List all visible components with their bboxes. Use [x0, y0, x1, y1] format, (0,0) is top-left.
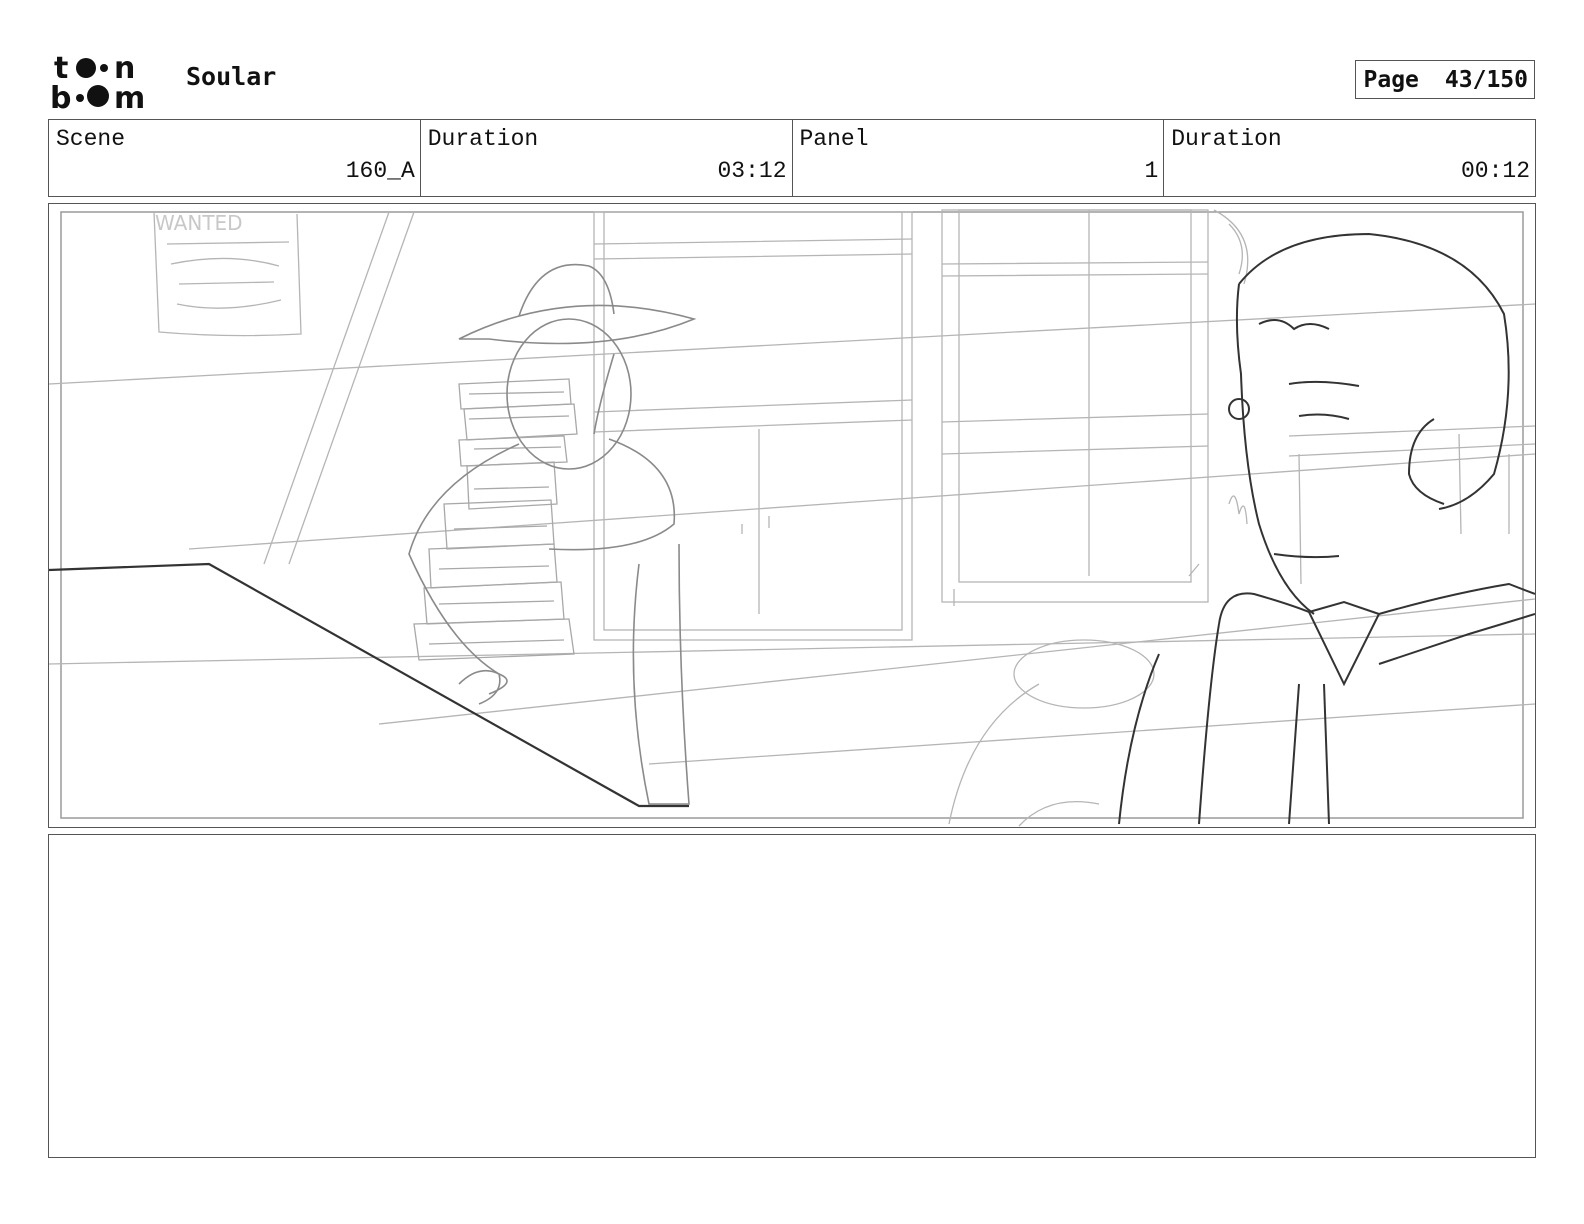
scene-duration-label: Duration — [427, 126, 539, 152]
panel-duration-label: Duration — [1171, 126, 1282, 152]
panel-cell: Panel 1 — [793, 120, 1165, 196]
panel-duration-cell: Duration 00:12 — [1164, 120, 1535, 196]
table-edge — [49, 562, 689, 808]
safe-frame — [60, 211, 1524, 819]
panel-value: 1 — [1144, 158, 1159, 184]
book-stack — [413, 378, 578, 661]
storyboard-panel: WANTED — [48, 203, 1536, 828]
scene-value: 160_A — [345, 158, 415, 184]
svg-text:m: m — [114, 81, 145, 112]
panel-sketch: WANTED — [49, 209, 1535, 827]
page-indicator: Page 43/150 — [1355, 60, 1535, 99]
project-title: Soular — [186, 62, 277, 91]
scene-duration-value: 03:12 — [717, 158, 787, 184]
shot-info-row: Scene 160_A Duration 03:12 Panel 1 Durat… — [48, 119, 1536, 197]
ghost-figure — [408, 263, 697, 805]
toonboom-logo: t n b m — [50, 50, 164, 116]
svg-text:b: b — [50, 81, 71, 112]
poster-text: WANTED — [155, 211, 243, 235]
panel-label: Panel — [799, 126, 869, 152]
scene-duration-cell: Duration 03:12 — [421, 120, 793, 196]
scene-cell: Scene 160_A — [49, 120, 421, 196]
scene-label: Scene — [56, 126, 126, 152]
panel-duration-value: 00:12 — [1460, 158, 1530, 184]
page-label: Page — [1363, 66, 1419, 93]
background-sketch — [49, 209, 1535, 827]
page-number: 43/150 — [1444, 66, 1528, 93]
panel-notes-box[interactable] — [48, 834, 1536, 1158]
